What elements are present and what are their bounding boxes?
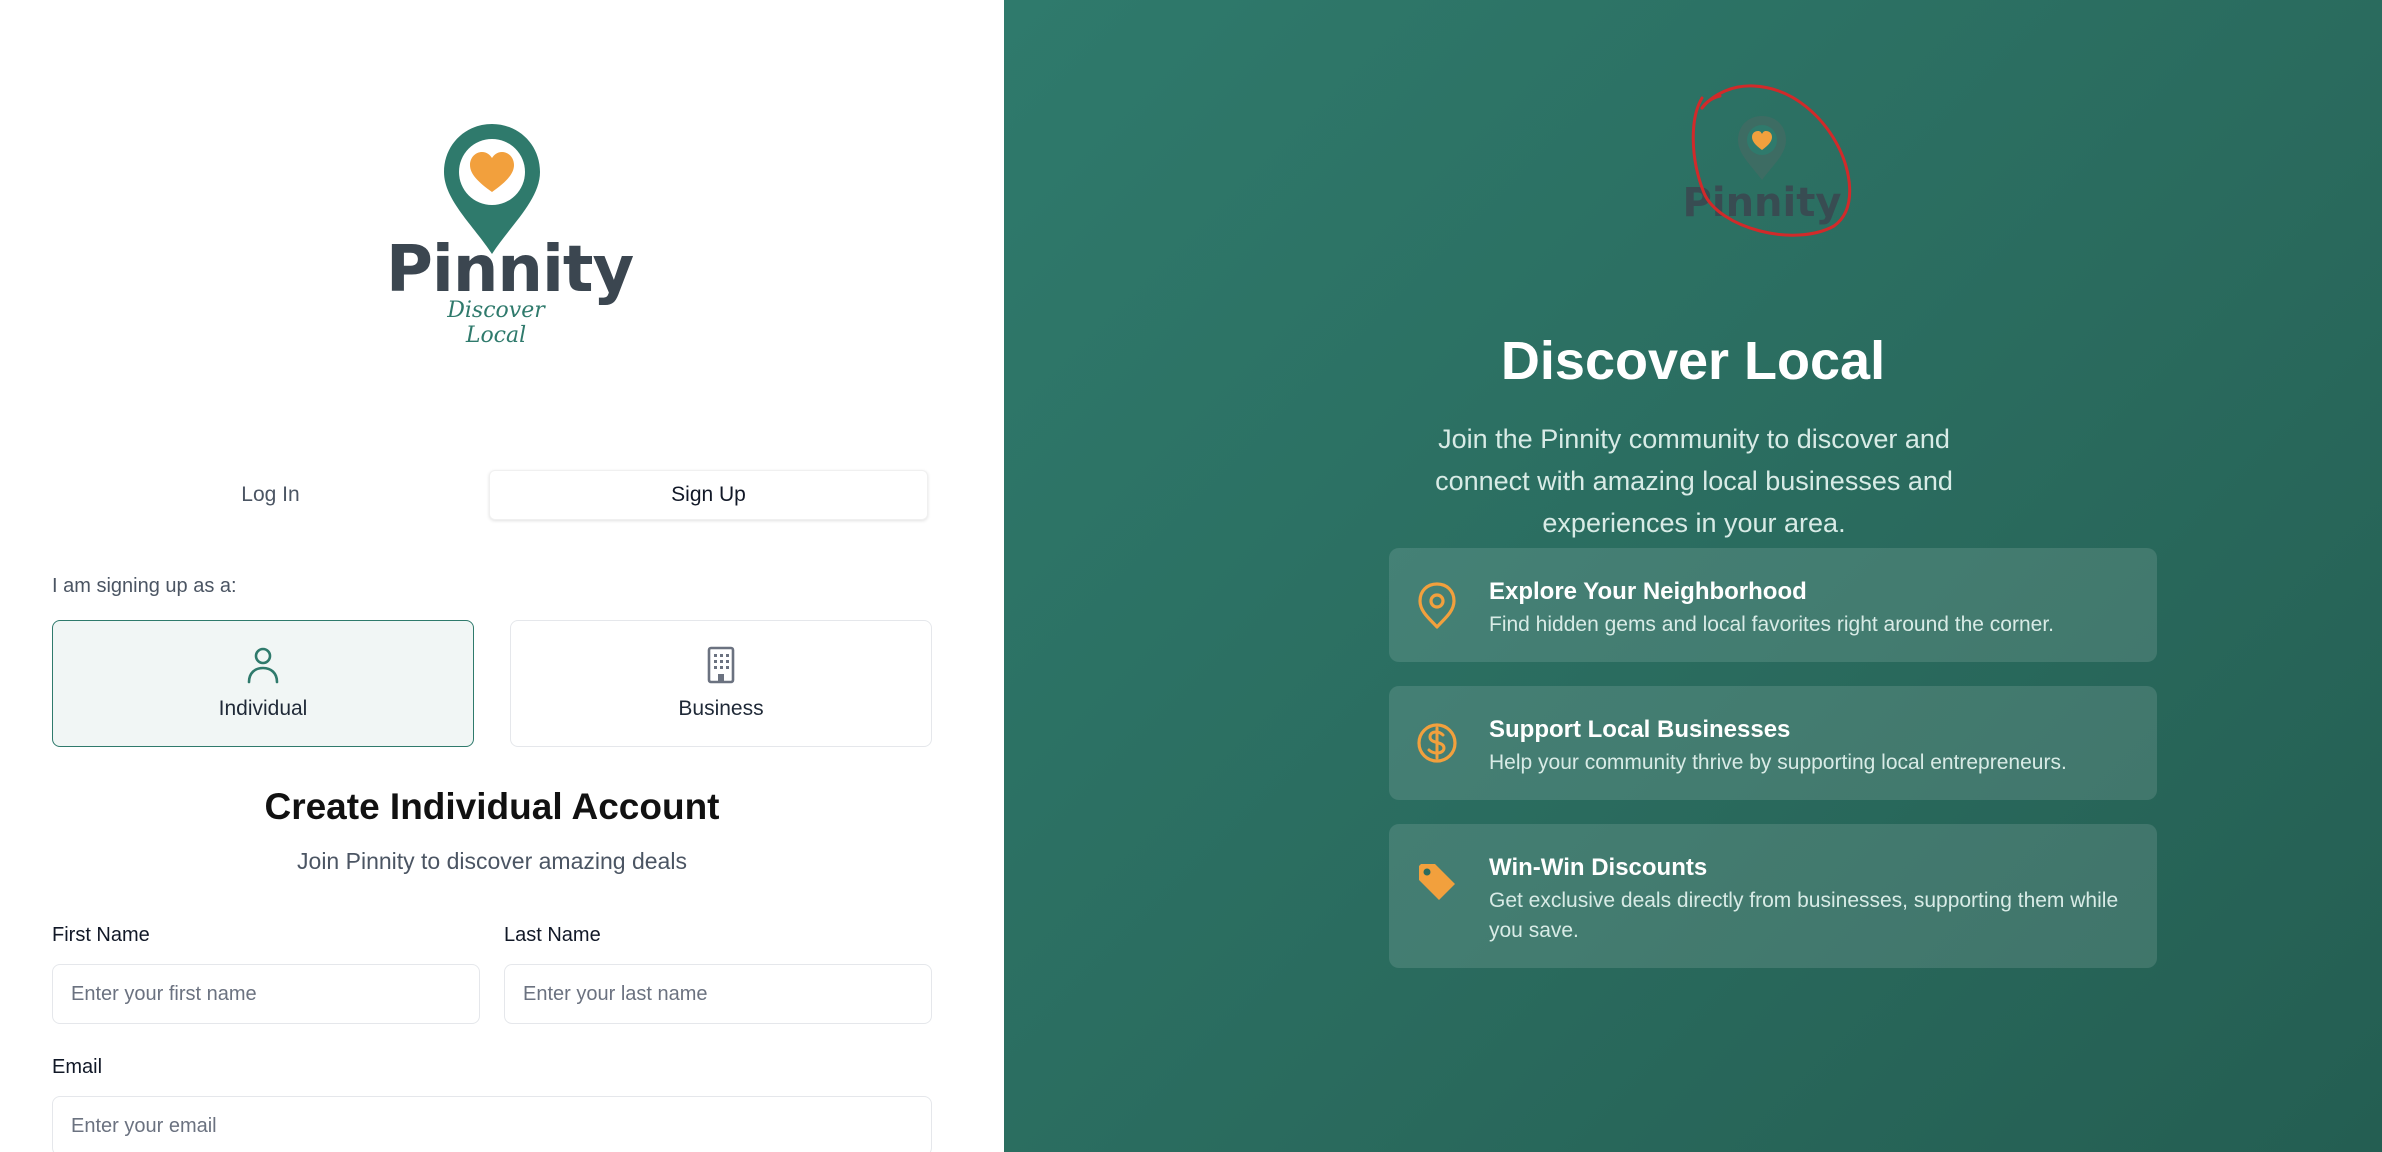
tab-login[interactable]: Log In bbox=[52, 470, 489, 520]
first-name-input[interactable] bbox=[52, 964, 480, 1024]
tag-icon bbox=[1419, 864, 1455, 900]
feature-card-support: Support Local Businesses Help your commu… bbox=[1389, 686, 2157, 800]
feature-card-discounts: Win-Win Discounts Get exclusive deals di… bbox=[1389, 824, 2157, 968]
role-option-individual[interactable]: Individual bbox=[52, 620, 474, 747]
hero-title: Discover Local bbox=[1500, 331, 1886, 391]
logo-wordmark: Pinnity bbox=[386, 233, 634, 307]
email-input[interactable] bbox=[52, 1096, 932, 1152]
hero-panel: Pinnity Discover Local Join the Pinnity … bbox=[1004, 0, 2382, 1152]
last-name-label: Last Name bbox=[504, 924, 601, 946]
brand-logo: Pinnity Discover Local bbox=[386, 118, 634, 348]
role-prompt: I am signing up as a: bbox=[52, 575, 237, 597]
first-name-label: First Name bbox=[52, 924, 150, 946]
hero-description: Join the Pinnity community to discover a… bbox=[1435, 424, 1953, 538]
dollar-circle-icon bbox=[1417, 723, 1457, 763]
user-icon bbox=[247, 647, 279, 684]
hero-logo-wordmark: Pinnity bbox=[1683, 180, 1842, 226]
feature-desc-support: Help your community thrive by supporting… bbox=[1489, 751, 2067, 774]
logo-tagline: Discover Local bbox=[447, 298, 545, 348]
feature-card-explore: Explore Your Neighborhood Find hidden ge… bbox=[1389, 548, 2157, 662]
role-label-individual: Individual bbox=[218, 697, 308, 720]
role-option-business[interactable]: Business bbox=[510, 620, 932, 747]
email-label: Email bbox=[52, 1056, 103, 1078]
feature-title-support: Support Local Businesses bbox=[1489, 716, 1791, 743]
auth-tabs: Log In Sign Up bbox=[52, 470, 928, 520]
role-label-business: Business bbox=[678, 697, 764, 720]
auth-panel: Pinnity Discover Local Log In Sign Up I … bbox=[0, 0, 1004, 1152]
last-name-input[interactable] bbox=[504, 964, 932, 1024]
tab-signup[interactable]: Sign Up bbox=[489, 470, 928, 520]
form-subtitle: Join Pinnity to discover amazing deals bbox=[297, 848, 687, 874]
feature-desc-explore: Find hidden gems and local favorites rig… bbox=[1489, 613, 2055, 636]
building-icon bbox=[707, 646, 735, 684]
feature-title-explore: Explore Your Neighborhood bbox=[1489, 578, 1807, 605]
map-pin-icon bbox=[1418, 582, 1456, 629]
hero-logo: Pinnity bbox=[1683, 84, 1852, 237]
form-title: Create Individual Account bbox=[264, 786, 720, 827]
feature-title-discounts: Win-Win Discounts bbox=[1489, 854, 1708, 881]
feature-desc-discounts: Get exclusive deals directly from busine… bbox=[1489, 889, 2119, 942]
